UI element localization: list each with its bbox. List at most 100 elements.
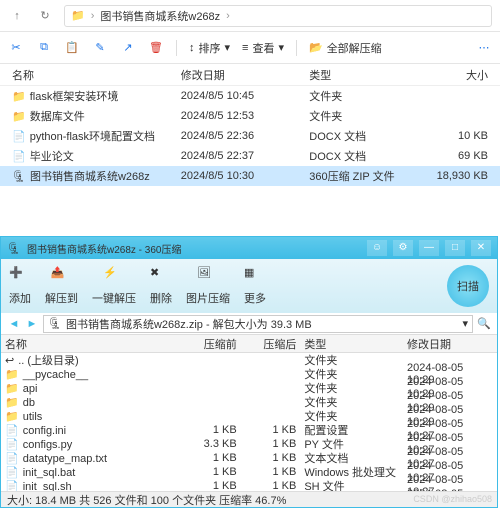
rename-icon[interactable]: ✎ <box>92 40 108 56</box>
up-icon: ↩ <box>5 355 14 367</box>
file-date: 2024/8/5 22:37 <box>177 150 306 162</box>
search-icon[interactable]: 🔍 <box>477 317 491 331</box>
share-icon[interactable]: ↗ <box>120 40 136 56</box>
file-name: 图书销售商城系统w268z <box>30 171 150 183</box>
fd-icon: 📁 <box>5 411 19 423</box>
sort-menu[interactable]: ↕排序▾ <box>189 40 230 56</box>
forward-icon[interactable]: ↻ <box>36 7 54 25</box>
archive-path-bar: ◄ ► 🗜 图书销售商城系统w268z.zip - 解包大小为 39.3 MB … <box>1 313 497 335</box>
file-date: 2024/8/5 12:53 <box>177 110 306 122</box>
sort-icon: ↕ <box>189 42 195 54</box>
folder-icon: 📁 <box>71 9 85 22</box>
table-row[interactable]: 📁flask框架安装环境2024/8/5 10:45文件夹 <box>0 86 500 106</box>
oneclick-icon: ⚡ <box>103 266 125 288</box>
file-name: .. (上级目录) <box>18 355 79 367</box>
size-before: 1 KB <box>181 452 241 464</box>
file-date: 2024/8/5 10:30 <box>177 170 306 182</box>
f-icon: 📄 <box>5 467 19 479</box>
extract-to-icon: 📤 <box>51 266 73 288</box>
maximize-button[interactable]: □ <box>445 240 465 256</box>
cut-icon[interactable]: ✂ <box>8 40 24 56</box>
feedback-icon[interactable]: ☺ <box>367 240 387 256</box>
image-icon: 🖼 <box>197 266 219 288</box>
fd-icon: 📁 <box>5 369 19 381</box>
col-name[interactable]: 名称 <box>8 67 177 83</box>
file-size: 10 KB <box>414 130 492 142</box>
file-type: SH 文件 <box>300 478 403 491</box>
extract-to-button[interactable]: 📤 解压到 <box>45 266 78 306</box>
breadcrumb[interactable]: 📁 › 图书销售商城系统w268z › <box>64 5 492 27</box>
image-compress-button[interactable]: 🖼图片压缩 <box>186 266 230 306</box>
file-type: 360压缩 ZIP 文件 <box>305 168 413 184</box>
more-tools-button[interactable]: ▦更多 <box>244 266 266 306</box>
back-icon[interactable]: ◄ <box>7 317 21 331</box>
file-name: init_sql.bat <box>23 467 76 479</box>
separator <box>176 40 177 56</box>
fd-icon: 📁 <box>5 397 19 409</box>
forward-icon[interactable]: ► <box>25 317 39 331</box>
explorer-header: 名称 修改日期 类型 大小 <box>0 64 500 86</box>
view-menu[interactable]: ≡查看▾ <box>242 40 284 56</box>
minimize-button[interactable]: — <box>419 240 439 256</box>
archive-window: 🗜 图书销售商城系统w268z - 360压缩 ☺ ⚙ — □ ✕ ➕添加 📤 解… <box>0 236 498 508</box>
chevron-down-icon: ▾ <box>225 41 231 54</box>
close-button[interactable]: ✕ <box>471 240 491 256</box>
chevron-down-icon: ▾ <box>278 41 284 54</box>
file-name: init_sql.sh <box>23 481 72 492</box>
scan-button[interactable]: 扫描 <box>447 265 489 307</box>
delete-icon[interactable]: 🗑 <box>148 40 164 56</box>
extract-label: 全部解压缩 <box>327 40 382 56</box>
file-name: flask框架安装环境 <box>30 91 119 103</box>
delete-archive-button[interactable]: ✖删除 <box>150 266 172 306</box>
col-size[interactable]: 大小 <box>414 67 492 83</box>
col-date[interactable]: 修改日期 <box>177 67 306 83</box>
archive-toolbar: ➕添加 📤 解压到 ⚡ 一键解压 ✖删除 🖼图片压缩 ▦更多 扫描 <box>1 259 497 313</box>
window-title: 图书销售商城系统w268z - 360压缩 <box>27 241 361 256</box>
breadcrumb-item[interactable]: 图书销售商城系统w268z <box>100 8 220 24</box>
size-before: 3.3 KB <box>181 438 241 450</box>
size-after: 1 KB <box>241 480 301 491</box>
archive-header: 名称 压缩前 压缩后 类型 修改日期 <box>1 335 497 353</box>
col-after[interactable]: 压缩后 <box>241 336 301 352</box>
table-row[interactable]: 🗜图书销售商城系统w268z2024/8/5 10:30360压缩 ZIP 文件… <box>0 166 500 186</box>
col-type[interactable]: 类型 <box>305 67 413 83</box>
file-name: api <box>23 383 38 395</box>
settings-icon[interactable]: ⚙ <box>393 240 413 256</box>
extract-all-button[interactable]: 📂 全部解压缩 <box>309 40 382 56</box>
table-row[interactable]: 📄毕业论文2024/8/5 22:37DOCX 文档69 KB <box>0 146 500 166</box>
oneclick-button[interactable]: ⚡ 一键解压 <box>92 266 136 306</box>
more-icon[interactable]: ⋯ <box>476 40 492 56</box>
extract-to-label: 解压到 <box>45 290 78 306</box>
folder-icon: 📁 <box>12 111 26 123</box>
chevron-down-icon[interactable]: ▾ <box>462 317 468 330</box>
copy-icon[interactable]: ⧉ <box>36 40 52 56</box>
add-button[interactable]: ➕添加 <box>9 266 31 306</box>
view-icon: ≡ <box>242 42 248 54</box>
zip-icon: 🗜 <box>48 317 62 330</box>
size-after: 1 KB <box>241 466 301 478</box>
size-before: 1 KB <box>181 480 241 491</box>
col-type[interactable]: 类型 <box>300 336 403 352</box>
table-row[interactable]: 📄python-flask环境配置文档2024/8/5 22:36DOCX 文档… <box>0 126 500 146</box>
file-date: 2024/8/5 22:36 <box>177 130 306 142</box>
extract-icon: 📂 <box>309 41 323 54</box>
col-before[interactable]: 压缩前 <box>181 336 241 352</box>
folder-icon: 📁 <box>12 91 26 103</box>
separator <box>296 40 297 56</box>
back-icon[interactable]: ↑ <box>8 7 26 25</box>
oneclick-label: 一键解压 <box>92 290 136 306</box>
col-name[interactable]: 名称 <box>1 336 181 352</box>
app-icon: 🗜 <box>7 242 21 255</box>
scan-label: 扫描 <box>457 278 479 294</box>
archive-path-box[interactable]: 🗜 图书销售商城系统w268z.zip - 解包大小为 39.3 MB ▾ <box>43 315 473 333</box>
file-size: 69 KB <box>414 150 492 162</box>
paste-icon[interactable]: 📋 <box>64 40 80 56</box>
file-type: 文件夹 <box>305 88 413 104</box>
table-row[interactable]: 📁数据库文件2024/8/5 12:53文件夹 <box>0 106 500 126</box>
col-date[interactable]: 修改日期 <box>403 336 497 352</box>
explorer-list: 📁flask框架安装环境2024/8/5 10:45文件夹📁数据库文件2024/… <box>0 86 500 186</box>
f-icon: 📄 <box>5 453 19 465</box>
archive-titlebar[interactable]: 🗜 图书销售商城系统w268z - 360压缩 ☺ ⚙ — □ ✕ <box>1 237 497 259</box>
file-name: 数据库文件 <box>30 111 85 123</box>
docx-icon: 📄 <box>12 151 26 163</box>
